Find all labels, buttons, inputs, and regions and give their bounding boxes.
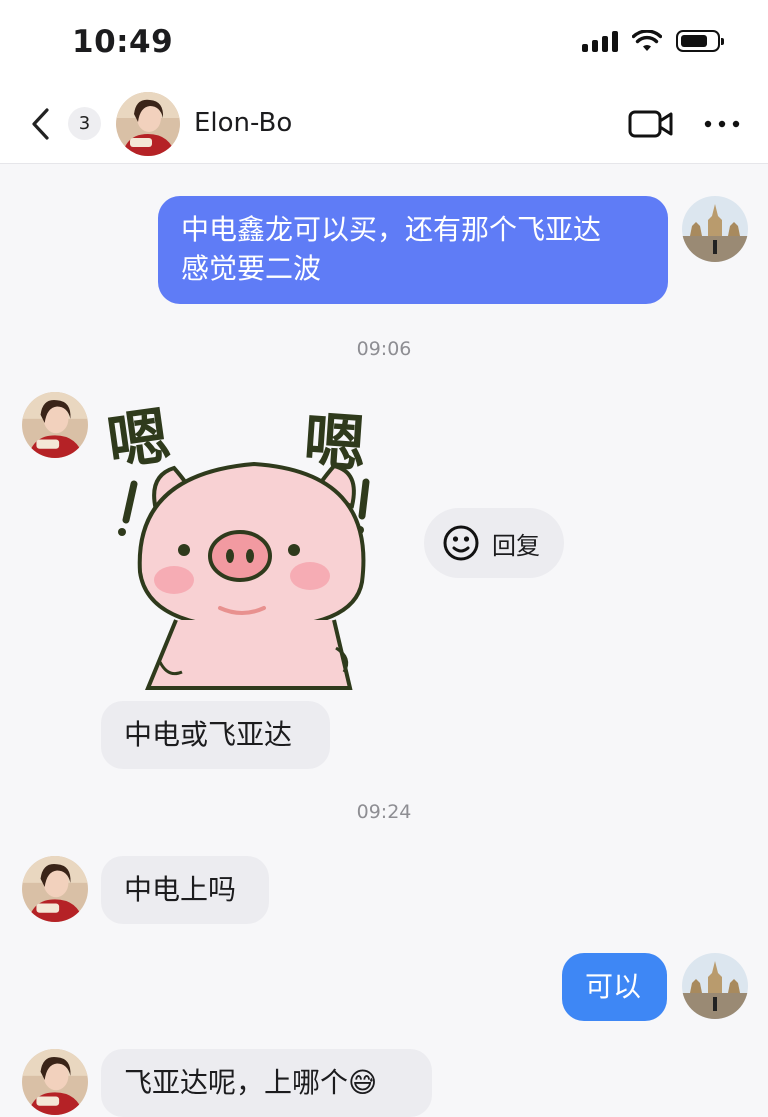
message-bubble-outgoing[interactable]: 中电鑫龙可以买，还有那个飞亚达 感觉要二波 <box>158 196 668 304</box>
unread-count-badge[interactable]: 3 <box>68 107 101 140</box>
back-chevron-icon <box>32 108 49 140</box>
my-avatar[interactable] <box>682 196 748 262</box>
message-text: 飞亚达呢，上哪个 <box>124 1066 349 1099</box>
message-bubble-incoming[interactable]: 飞亚达呢，上哪个😅 <box>101 1049 432 1117</box>
chat-header: 3 Elon-Bo <box>0 86 768 164</box>
message-bubble-outgoing[interactable]: 可以 <box>562 953 667 1021</box>
message-text-line: 感觉要二波 <box>181 252 322 285</box>
video-call-icon <box>628 110 673 138</box>
message-text-line: 中电鑫龙可以买，还有那个飞亚达 <box>181 213 602 246</box>
back-button[interactable] <box>22 104 58 144</box>
battery-icon <box>676 30 724 52</box>
message-bubble-incoming[interactable]: 中电上吗 <box>101 856 269 924</box>
smiley-face-icon <box>443 525 479 561</box>
grinning-sweat-emoji-icon: 😅 <box>348 1066 378 1099</box>
more-options-button[interactable] <box>700 110 744 138</box>
contact-avatar[interactable] <box>116 92 180 156</box>
timestamp: 09:24 <box>356 801 412 823</box>
more-dots-icon <box>704 120 740 128</box>
cellular-signal-icon <box>582 30 618 52</box>
message-text: 中电或飞亚达 <box>124 718 293 751</box>
pig-sticker[interactable]: 嗯 嗯 <box>103 392 404 694</box>
contact-avatar[interactable] <box>22 856 88 922</box>
status-bar: 10:49 <box>0 0 768 86</box>
status-icons <box>582 30 724 52</box>
reply-label: 回复 <box>492 531 540 560</box>
contact-avatar[interactable] <box>22 392 88 458</box>
status-time: 10:49 <box>72 24 174 60</box>
sticker-text-left: 嗯 <box>104 399 174 480</box>
video-call-button[interactable] <box>628 106 674 142</box>
message-text: 中电上吗 <box>124 873 237 906</box>
contact-avatar[interactable] <box>22 1049 88 1115</box>
reply-button[interactable]: 回复 <box>424 508 564 578</box>
message-bubble-incoming[interactable]: 中电或飞亚达 <box>101 701 330 769</box>
contact-name[interactable]: Elon-Bo <box>194 108 292 138</box>
my-avatar[interactable] <box>682 953 748 1019</box>
message-text: 可以 <box>585 970 642 1003</box>
timestamp: 09:06 <box>356 338 412 360</box>
wifi-icon <box>632 30 662 51</box>
